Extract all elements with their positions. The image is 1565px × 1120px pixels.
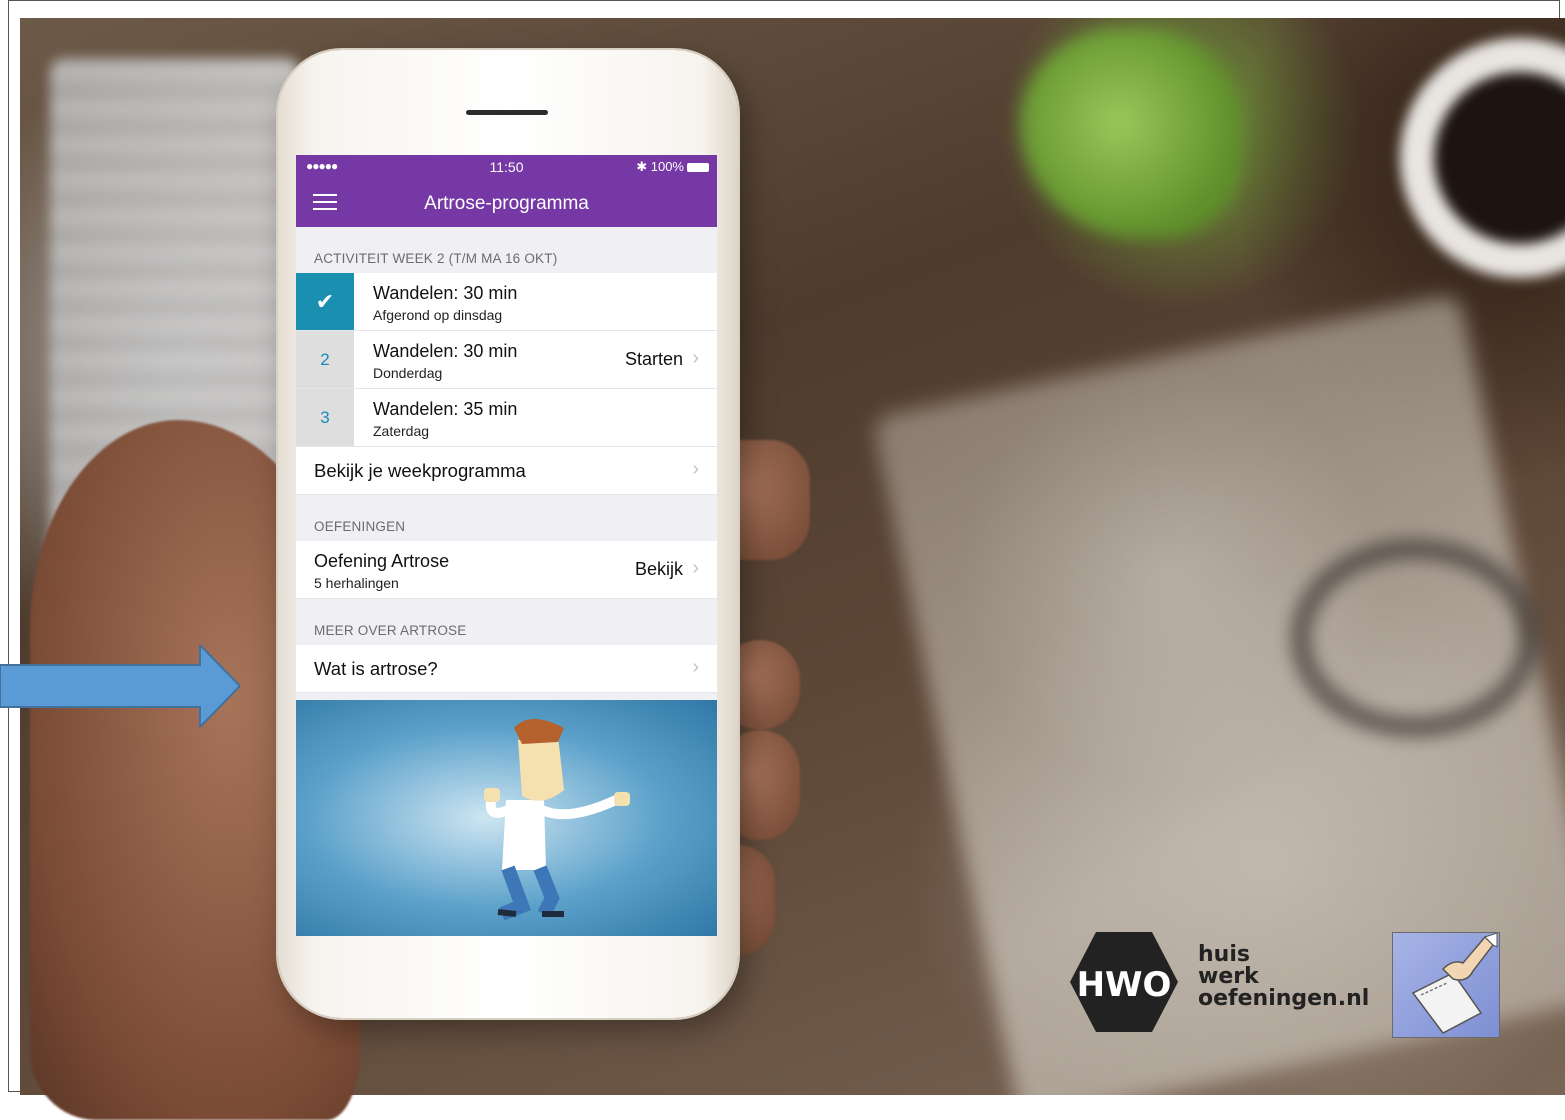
day-number-badge: 2 [296,331,354,388]
phone: ●●●●● 11:50 ✱ 100% Artrose-programma ACT… [278,50,738,1018]
chevron-right-icon: › [692,458,699,480]
exercises-section-header: OEFENINGEN [314,519,406,534]
battery-indicator: ✱ 100% [636,159,709,175]
coffee-cup-blur [1400,38,1565,278]
activity-title: Wandelen: 35 min [373,399,518,419]
chevron-right-icon: › [692,656,699,678]
activity-subtitle: Donderdag [373,365,443,381]
battery-icon [687,163,709,173]
start-button[interactable]: Starten [625,349,683,370]
check-icon: ✔ [296,273,354,330]
exercise-item[interactable]: Oefening Artrose 5 herhalingen Bekijk › [296,541,717,599]
what-is-arthrosis-label: Wat is artrose? [314,658,438,679]
pointer-arrow-icon [0,645,240,727]
exercise-title: Oefening Artrose [314,551,450,571]
what-is-arthrosis-link[interactable]: Wat is artrose? › [296,645,717,693]
activity-section-header: ACTIVITEIT WEEK 2 (T/M MA 16 OKT) [314,251,558,266]
glasses-blur [1290,538,1540,738]
activity-item-1[interactable]: ✔ Wandelen: 30 min Afgerond op dinsdag [296,273,717,331]
activity-title: Wandelen: 30 min [373,341,518,361]
chevron-right-icon: › [692,557,699,579]
cartoon-illustration[interactable] [296,700,717,936]
hwo-line-3: oefeningen.nl [1198,986,1370,1011]
exercise-subtitle: 5 herhalingen [314,575,399,591]
week-program-label: Bekijk je weekprogramma [314,460,526,481]
plant-blur [1020,28,1240,238]
activity-subtitle: Afgerond op dinsdag [373,307,503,323]
more-section-header: MEER OVER ARTROSE [314,623,467,638]
battery-text: ✱ 100% [636,159,684,174]
hand-on-notebook-icon [1411,932,1498,1034]
hwo-hex-icon: HWO [1070,932,1178,1032]
hwo-line-2: werk [1198,964,1259,989]
pointing-hand-logo [1392,932,1500,1038]
page-title: Artrose-programma [424,193,589,214]
activity-title: Wandelen: 30 min [373,283,518,303]
app-screen: ●●●●● 11:50 ✱ 100% Artrose-programma ACT… [296,155,717,936]
nav-bar: Artrose-programma [296,179,717,227]
day-number-badge: 3 [296,389,354,446]
chevron-right-icon: › [692,347,699,369]
hwo-hex-text: HWO [1077,965,1172,1005]
hwo-wordmark: huis werk oefeningen.nl [1198,944,1369,1010]
week-program-link[interactable]: Bekijk je weekprogramma › [296,447,717,495]
dancing-man-illustration [484,719,630,921]
hwo-line-1: huis [1198,942,1250,967]
activity-item-2[interactable]: 2 Wandelen: 30 min Donderdag Starten › [296,331,717,389]
status-bar: ●●●●● 11:50 ✱ 100% [296,155,717,179]
activity-subtitle: Zaterdag [373,423,430,439]
view-button[interactable]: Bekijk [635,559,683,580]
activity-item-3[interactable]: 3 Wandelen: 35 min Zaterdag [296,389,717,447]
phone-speaker [466,110,548,115]
